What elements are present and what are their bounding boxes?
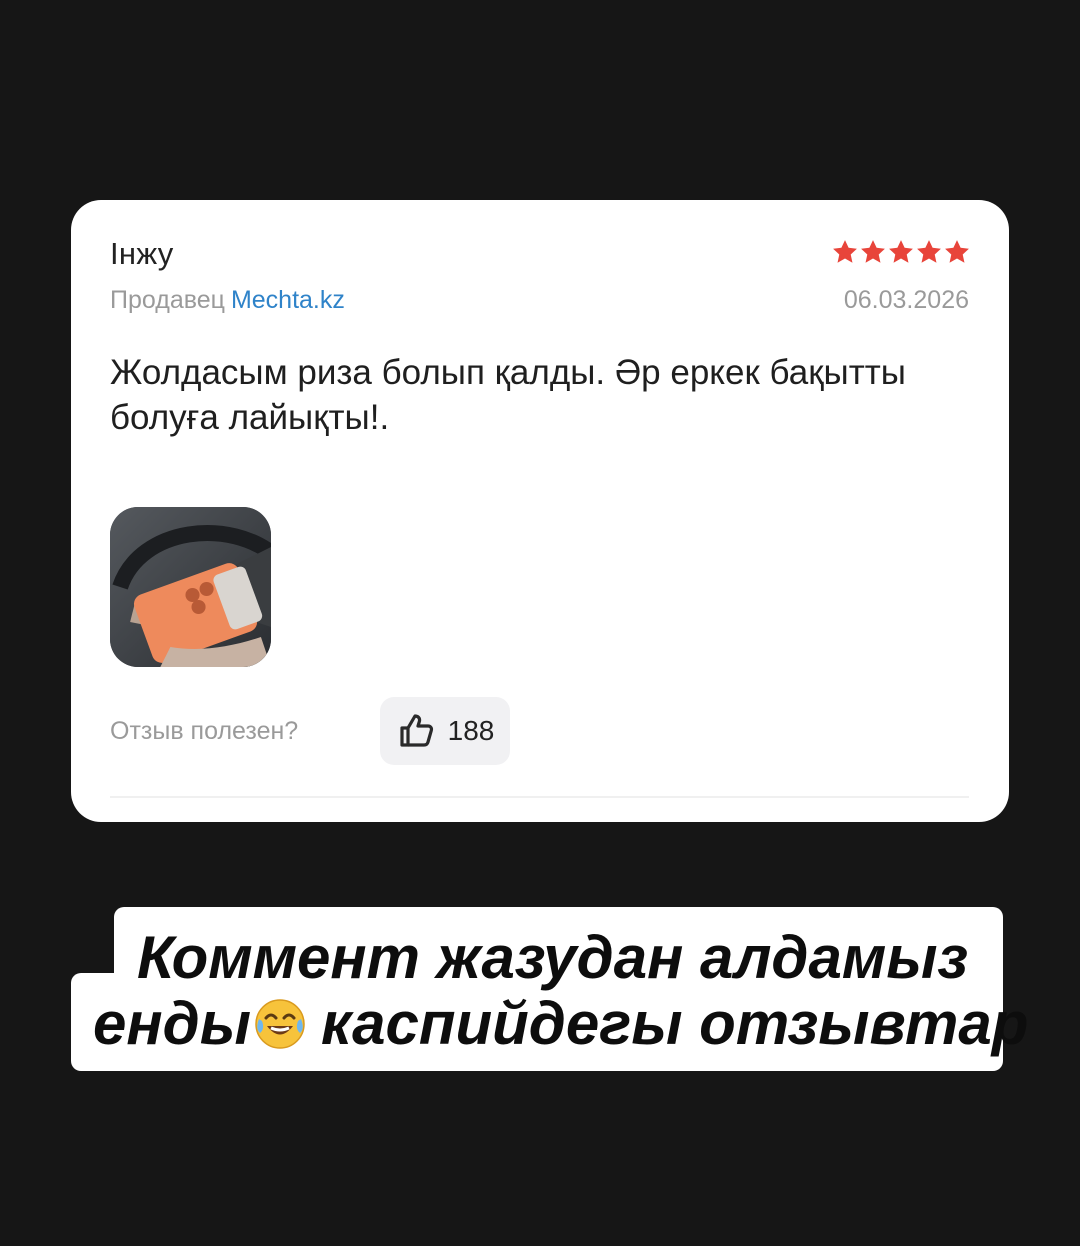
star-icon — [945, 240, 969, 263]
caption-line-2-start: енды — [93, 990, 251, 1057]
seller-link[interactable]: Mechta.kz — [231, 286, 345, 314]
like-count: 188 — [447, 715, 495, 746]
divider — [110, 796, 969, 798]
review-author: Інжу — [110, 236, 174, 271]
rating-stars — [831, 238, 971, 266]
star-icon — [861, 240, 885, 263]
helpful-question: Отзыв полезен? — [110, 717, 299, 745]
seller-label: Продавец — [110, 286, 225, 314]
seller-info: Продавец Mechta.kz — [110, 286, 345, 315]
star-icon — [889, 240, 913, 263]
star-icon — [833, 240, 857, 263]
caption-line-1: Коммент жазудан алдамыз — [137, 924, 969, 991]
review-card: Інжу Продавец Mechta.kz 06.03.2026 Жолдас… — [71, 200, 1009, 822]
star-icon — [917, 240, 941, 263]
like-button[interactable]: 188 — [380, 697, 510, 765]
face-with-tears-of-joy-emoji-icon — [255, 999, 305, 1049]
review-text: Жолдасым риза болып қалды. Әр еркек бақы… — [110, 353, 906, 437]
review-date: 06.03.2026 — [843, 286, 969, 314]
review-photo-thumbnail[interactable] — [110, 507, 271, 667]
caption-banner: Коммент жазудан алдамыз енды каспийдегы … — [71, 907, 1028, 1071]
thumbs-up-icon — [400, 714, 433, 747]
caption-line-2-end: каспийдегы отзывтар — [320, 990, 1029, 1057]
caption-line-2: енды каспийдегы отзывтар — [93, 989, 1028, 1059]
page: Інжу Продавец Mechta.kz 06.03.2026 Жолдас… — [0, 0, 1080, 1246]
